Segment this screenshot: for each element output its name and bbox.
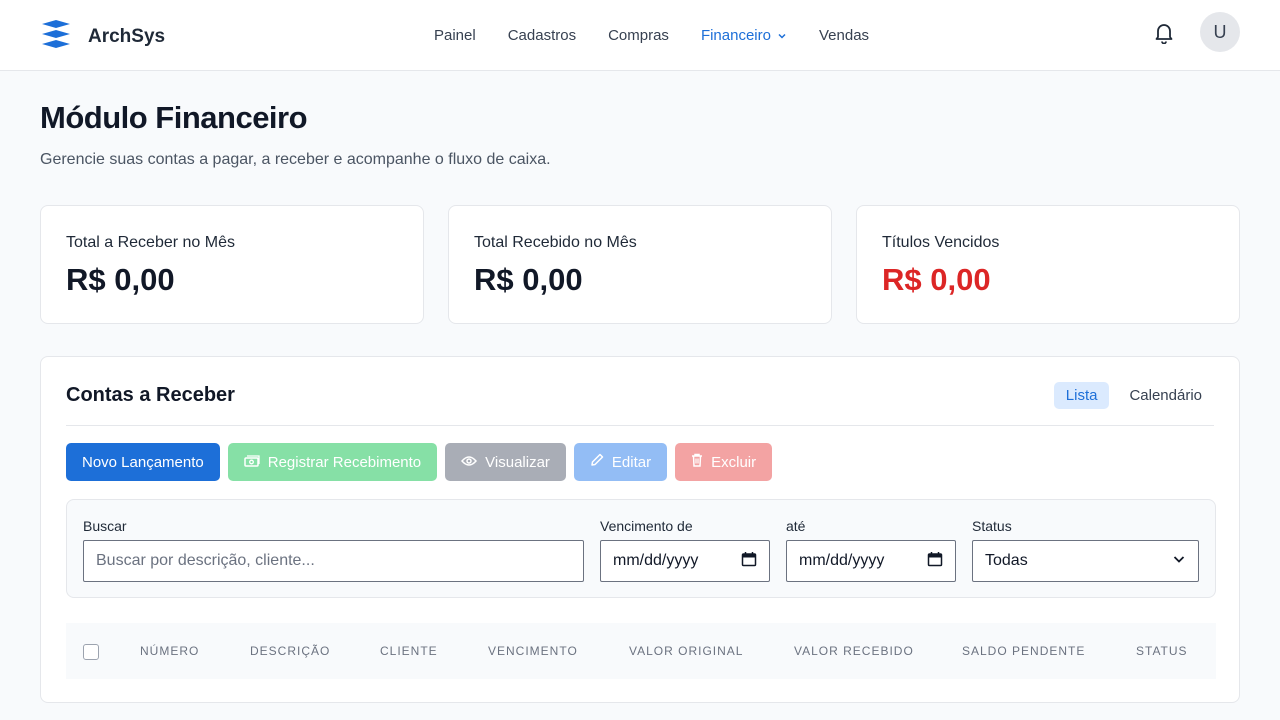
- table-header: NÚMERO DESCRIÇÃO CLIENTE VENCIMENTO VALO…: [66, 623, 1216, 679]
- new-entry-button[interactable]: Novo Lançamento: [66, 443, 220, 481]
- logo-stack-icon: [40, 18, 72, 55]
- column-header-status[interactable]: STATUS: [1136, 644, 1188, 658]
- calendar-icon[interactable]: [741, 551, 757, 572]
- card-value: R$ 0,00: [882, 262, 991, 297]
- edit-button[interactable]: Editar: [573, 443, 668, 481]
- nav-item-compras[interactable]: Compras: [608, 27, 669, 44]
- column-header-cliente[interactable]: CLIENTE: [380, 644, 438, 658]
- page-title: Módulo Financeiro: [40, 100, 308, 135]
- eye-icon: [461, 454, 485, 471]
- receivables-panel: Contas a Receber Lista Calendário Novo L…: [40, 356, 1240, 703]
- register-receipt-button[interactable]: Registrar Recebimento: [227, 443, 438, 481]
- nav-item-financeiro-label: Financeiro: [700, 27, 771, 44]
- select-all-checkbox[interactable]: [83, 644, 99, 660]
- trash-icon: [691, 453, 711, 471]
- nav-item-cadastros[interactable]: Cadastros: [508, 27, 576, 44]
- column-header-vencimento[interactable]: VENCIMENTO: [488, 644, 578, 658]
- summary-card-received: Total Recebido no Mês R$ 0,00: [448, 205, 832, 324]
- view-list-button[interactable]: Lista: [1053, 382, 1110, 409]
- status-select[interactable]: Todas: [972, 540, 1199, 582]
- view-button[interactable]: Visualizar: [445, 443, 566, 481]
- brand[interactable]: ArchSys: [40, 18, 165, 55]
- divider: [66, 425, 1214, 426]
- register-receipt-label: Registrar Recebimento: [267, 453, 422, 471]
- summary-card-to-receive: Total a Receber no Mês R$ 0,00: [40, 205, 424, 324]
- panel-title: Contas a Receber: [66, 384, 235, 406]
- nav-item-vendas[interactable]: Vendas: [819, 27, 869, 44]
- search-placeholder: Buscar por descrição, cliente...: [96, 552, 315, 569]
- due-from-label: Vencimento de: [600, 518, 693, 534]
- bell-icon[interactable]: [1154, 22, 1174, 49]
- status-selected-value: Todas: [985, 552, 1028, 569]
- column-header-saldo-pendente[interactable]: SALDO PENDENTE: [962, 644, 1085, 658]
- due-to-value: mm/dd/yyyy: [799, 552, 885, 569]
- column-header-valor-recebido[interactable]: VALOR RECEBIDO: [794, 644, 914, 658]
- search-label: Buscar: [83, 518, 127, 534]
- avatar[interactable]: U: [1200, 12, 1240, 52]
- due-to-label: até: [786, 518, 806, 534]
- filter-bar: Buscar Buscar por descrição, cliente... …: [66, 499, 1216, 598]
- card-label: Títulos Vencidos: [882, 234, 1000, 251]
- new-entry-label: Novo Lançamento: [82, 453, 204, 471]
- chevron-down-icon: [1172, 552, 1186, 571]
- view-calendar-button[interactable]: Calendário: [1117, 382, 1214, 409]
- main-nav: Painel Cadastros Compras Financeiro Vend…: [418, 0, 885, 71]
- due-from-date-input[interactable]: mm/dd/yyyy: [600, 540, 770, 582]
- due-from-value: mm/dd/yyyy: [613, 552, 699, 569]
- due-to-date-input[interactable]: mm/dd/yyyy: [786, 540, 956, 582]
- card-value: R$ 0,00: [474, 262, 583, 297]
- top-navbar: ArchSys Painel Cadastros Compras Finance…: [0, 0, 1280, 71]
- search-input[interactable]: Buscar por descrição, cliente...: [83, 540, 584, 582]
- app-name: ArchSys: [88, 25, 166, 47]
- card-label: Total a Receber no Mês: [66, 234, 235, 251]
- status-label: Status: [972, 518, 1012, 534]
- chevron-down-icon: [777, 31, 787, 41]
- column-header-descricao[interactable]: DESCRIÇÃO: [250, 644, 330, 658]
- edit-label: Editar: [611, 453, 652, 471]
- column-header-valor-original[interactable]: VALOR ORIGINAL: [629, 644, 743, 658]
- view-toggle: Lista Calendário: [1046, 382, 1214, 409]
- card-value: R$ 0,00: [66, 262, 175, 297]
- card-label: Total Recebido no Mês: [474, 234, 637, 251]
- money-icon: [244, 454, 268, 471]
- column-header-numero[interactable]: NÚMERO: [140, 644, 199, 658]
- nav-item-financeiro[interactable]: Financeiro: [701, 27, 787, 44]
- calendar-icon[interactable]: [927, 551, 943, 572]
- pencil-icon: [590, 453, 612, 471]
- delete-button[interactable]: Excluir: [675, 443, 773, 481]
- page-subtitle: Gerencie suas contas a pagar, a receber …: [40, 151, 551, 168]
- delete-label: Excluir: [711, 453, 757, 471]
- nav-item-painel[interactable]: Painel: [434, 27, 476, 44]
- action-toolbar: Novo Lançamento Registrar Recebimento Vi…: [66, 443, 780, 481]
- view-label: Visualizar: [485, 453, 550, 471]
- summary-card-overdue: Títulos Vencidos R$ 0,00: [856, 205, 1240, 324]
